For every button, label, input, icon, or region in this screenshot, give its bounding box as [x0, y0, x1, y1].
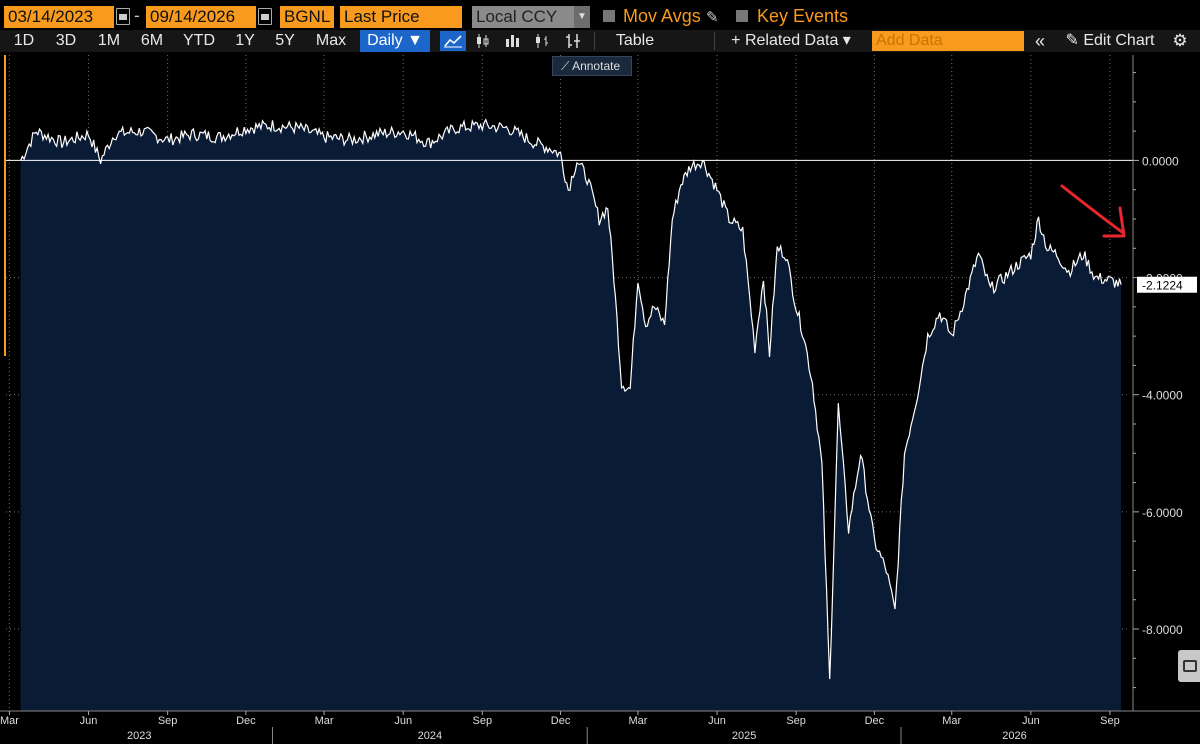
y-tick-label: 0.0000 [1142, 154, 1179, 168]
annotate-button[interactable]: ⟋ Annotate [552, 56, 632, 76]
side-panel-tab[interactable] [1178, 650, 1200, 682]
x-tick-label: Jun [1022, 715, 1040, 727]
y-axis: 0.0000-2.0000-4.0000-6.0000-8.0000-2.122… [1132, 55, 1197, 711]
x-tick-label: Sep [473, 715, 493, 727]
x-tick-label: Mar [0, 715, 19, 727]
y-tick-label: -6.0000 [1142, 506, 1183, 520]
annotation-arrow-icon [1060, 184, 1126, 238]
price-chart[interactable]: 0.0000-2.0000-4.0000-6.0000-8.0000-2.122… [0, 0, 1200, 744]
year-label: 2024 [418, 730, 442, 742]
x-tick-label: Mar [628, 715, 647, 727]
last-value-label: -2.1224 [1142, 279, 1183, 293]
x-tick-label: Mar [942, 715, 961, 727]
price-area [20, 119, 1122, 711]
year-label: 2023 [127, 730, 151, 742]
year-label: 2025 [732, 730, 756, 742]
year-label: 2026 [1002, 730, 1026, 742]
annotate-label: Annotate [572, 59, 621, 73]
pencil-icon: ⟋ [561, 59, 573, 73]
x-tick-label: Sep [158, 715, 178, 727]
x-tick-label: Jun [80, 715, 98, 727]
x-tick-label: Sep [1100, 715, 1120, 727]
x-tick-label: Dec [236, 715, 256, 727]
x-tick-label: Dec [865, 715, 885, 727]
x-tick-label: Jun [394, 715, 412, 727]
x-axis: Mar Jun Sep Dec Mar Jun Sep Dec Mar Jun Sep Dec Mar J… [0, 710, 1200, 744]
x-tick-label: Dec [551, 715, 571, 727]
y-tick-label: -4.0000 [1142, 389, 1183, 403]
x-tick-label: Jun [708, 715, 726, 727]
x-tick-label: Sep [786, 715, 806, 727]
x-tick-label: Mar [315, 715, 334, 727]
y-tick-label: -8.0000 [1142, 623, 1183, 637]
